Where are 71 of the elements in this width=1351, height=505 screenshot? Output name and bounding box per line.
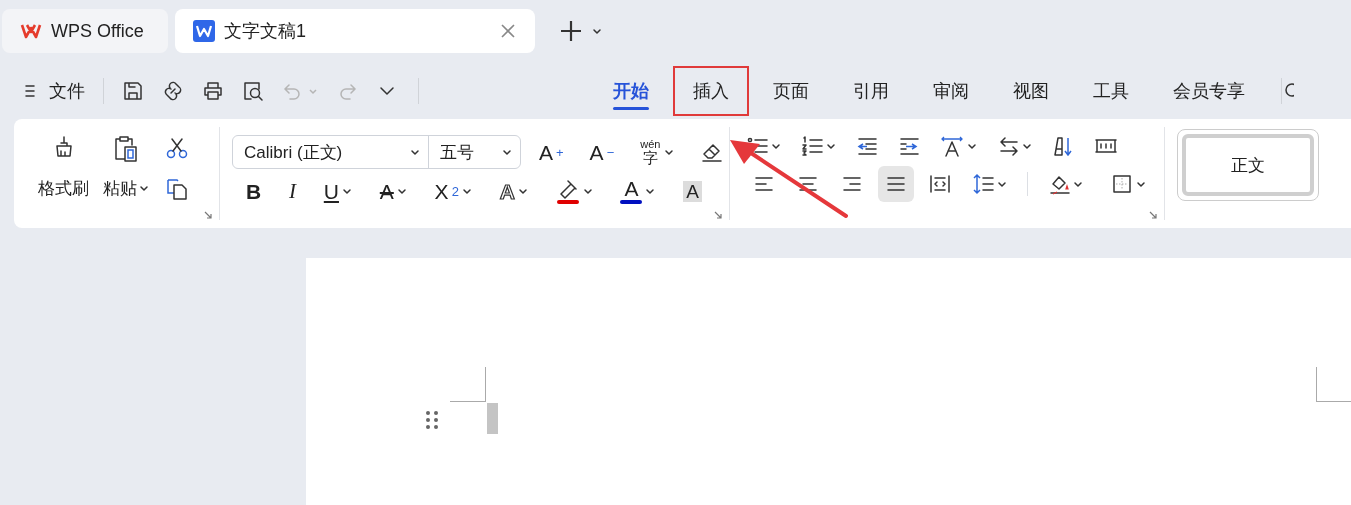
swap-arrows-icon[interactable] — [997, 135, 1019, 157]
file-menu[interactable]: 文件 — [49, 79, 85, 103]
copy-icon[interactable] — [165, 177, 189, 201]
font-size-dropdown[interactable]: 五号 — [429, 136, 520, 168]
caret-icon[interactable] — [341, 186, 352, 196]
caret-icon[interactable] — [1073, 179, 1083, 189]
ribbon-tab[interactable]: 会员专享 — [1155, 68, 1263, 114]
bold-button[interactable]: B — [246, 180, 262, 202]
caret-icon[interactable] — [592, 26, 602, 36]
caret-icon[interactable] — [1136, 179, 1146, 189]
line-spacing-icon[interactable] — [972, 173, 994, 195]
caret-icon[interactable] — [645, 186, 656, 196]
strikethrough-button[interactable]: A — [379, 180, 394, 202]
distributed-icon[interactable] — [929, 173, 951, 195]
underline-button[interactable]: U — [323, 180, 339, 202]
paste-button[interactable]: 粘贴 — [103, 177, 149, 200]
ribbon-tab[interactable]: 审阅 — [915, 68, 987, 114]
paste-icon[interactable] — [112, 135, 140, 165]
font-name-dropdown[interactable]: Calibri (正文) — [233, 136, 429, 168]
decrease-indent-icon[interactable] — [856, 135, 878, 157]
caret-icon[interactable] — [771, 141, 781, 151]
dialog-launcher-icon[interactable] — [1148, 210, 1158, 220]
print-icon[interactable] — [202, 80, 224, 102]
caret-icon[interactable] — [664, 147, 675, 157]
character-shading-button[interactable]: A — [683, 180, 702, 202]
drag-handle-icon[interactable] — [426, 411, 438, 429]
alignment-button[interactable] — [878, 166, 914, 202]
format-painter-button[interactable]: 格式刷 — [38, 177, 89, 200]
caret-icon[interactable] — [1022, 141, 1032, 151]
italic-button[interactable]: I — [289, 180, 296, 202]
margin-corner-mark — [1316, 367, 1351, 402]
dialog-launcher-icon[interactable] — [203, 210, 213, 220]
save-icon[interactable] — [122, 80, 144, 102]
margin-corner-mark — [450, 367, 486, 402]
ribbon-tab[interactable]: 插入 — [675, 68, 747, 114]
ribbon-tab[interactable]: 页面 — [755, 68, 827, 114]
caret-icon[interactable] — [139, 184, 149, 193]
phonetic-guide-button[interactable]: wén 字 — [640, 139, 661, 165]
close-icon[interactable] — [499, 22, 517, 40]
window-tab[interactable]: WPS Office — [2, 9, 168, 53]
dialog-launcher-icon[interactable] — [713, 210, 723, 220]
border-icon[interactable] — [1111, 173, 1133, 195]
caret-icon[interactable] — [997, 179, 1007, 189]
menu-icon[interactable] — [23, 82, 37, 100]
plus-icon[interactable] — [560, 20, 582, 42]
ribbon-tab[interactable]: 开始 — [595, 68, 667, 114]
caret-icon[interactable] — [826, 141, 836, 151]
font-color-button[interactable]: A — [624, 178, 639, 199]
fill-bucket-icon[interactable] — [1048, 173, 1070, 195]
ribbon-tab[interactable]: 视图 — [995, 68, 1067, 114]
caret-icon[interactable] — [582, 186, 593, 196]
link-icon[interactable] — [162, 80, 184, 102]
increase-indent-icon[interactable] — [898, 135, 920, 157]
caret-icon[interactable] — [517, 186, 528, 196]
numbered-list-icon[interactable] — [801, 135, 823, 157]
style-card[interactable]: 正文 — [1177, 129, 1319, 201]
print-preview-icon[interactable] — [242, 80, 264, 102]
text-effects-button[interactable]: A — [499, 180, 515, 202]
text-direction-icon[interactable] — [940, 135, 964, 157]
window-tab[interactable]: 文字文稿1 — [175, 9, 535, 53]
ribbon-tab[interactable]: 工具 — [1075, 68, 1147, 114]
text-cursor — [487, 403, 498, 434]
caret-icon[interactable] — [410, 147, 420, 157]
sort-icon[interactable] — [1052, 135, 1074, 157]
caret-icon[interactable] — [461, 186, 472, 196]
caret-icon[interactable] — [967, 141, 977, 151]
document-icon — [193, 20, 215, 42]
cut-icon[interactable] — [165, 137, 189, 159]
ribbon-tab[interactable]: 引用 — [835, 68, 907, 114]
caret-icon[interactable] — [502, 147, 512, 157]
caret-icon[interactable] — [396, 186, 407, 196]
